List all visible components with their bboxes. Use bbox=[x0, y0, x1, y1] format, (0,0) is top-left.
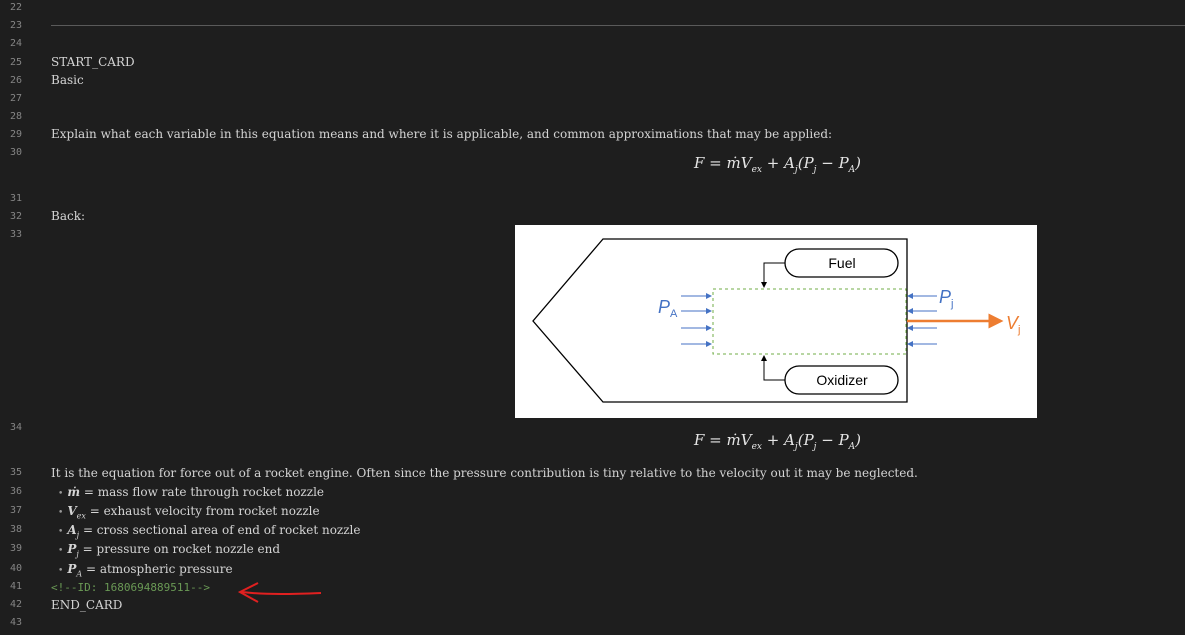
line-number: 28 bbox=[10, 111, 23, 122]
rocket-equation-answer: F = ṁVex + Aj(Pj − PA) bbox=[694, 431, 862, 452]
line-number: 31 bbox=[10, 193, 23, 204]
start-card-marker[interactable]: START_CARD bbox=[51, 55, 135, 69]
line-number: 26 bbox=[10, 75, 23, 86]
line-number: 27 bbox=[10, 93, 23, 104]
line-number: 35 bbox=[10, 467, 23, 478]
rocket-diagram: Fuel Oxidizer PA Pj Vj bbox=[515, 225, 1037, 418]
line-number: 38 bbox=[10, 524, 23, 535]
deck-name[interactable]: Basic bbox=[51, 73, 84, 87]
fuel-feed-arrow bbox=[761, 262, 785, 288]
line-number: 37 bbox=[10, 505, 23, 516]
pa-label: PA bbox=[658, 297, 678, 320]
line-number: 34 bbox=[10, 422, 23, 433]
line-number: 22 bbox=[10, 2, 23, 13]
fuel-label: Fuel bbox=[828, 255, 855, 271]
bullet-icon: • bbox=[58, 489, 64, 499]
pj-label: Pj bbox=[939, 287, 953, 310]
bullet-icon: • bbox=[58, 546, 64, 556]
list-item[interactable]: • Pj = pressure on rocket nozzle end bbox=[58, 542, 280, 558]
list-item[interactable]: • Vex = exhaust velocity from rocket nozz… bbox=[58, 504, 320, 520]
end-card-marker[interactable]: END_CARD bbox=[51, 598, 122, 612]
list-item[interactable]: • Aj = cross sectional area of end of roc… bbox=[58, 523, 361, 539]
card-id-comment[interactable]: <!--ID: 1680694889511--> bbox=[51, 581, 210, 595]
line-number: 40 bbox=[10, 563, 23, 574]
horizontal-rule bbox=[51, 25, 1185, 26]
list-item[interactable]: • ṁ = mass flow rate through rocket nozzl… bbox=[58, 485, 324, 502]
oxidizer-label: Oxidizer bbox=[816, 372, 868, 388]
line-number: 24 bbox=[10, 38, 23, 49]
vj-label: Vj bbox=[1006, 313, 1020, 336]
atmospheric-pressure-arrows bbox=[681, 293, 712, 347]
line-number: 42 bbox=[10, 599, 23, 610]
line-number: 25 bbox=[10, 57, 23, 68]
line-number: 39 bbox=[10, 543, 23, 554]
line-number: 32 bbox=[10, 211, 23, 222]
bullet-icon: • bbox=[58, 566, 64, 576]
line-number: 36 bbox=[10, 486, 23, 497]
line-number: 29 bbox=[10, 129, 23, 140]
question-prompt[interactable]: Explain what each variable in this equat… bbox=[51, 127, 832, 141]
bullet-icon: • bbox=[58, 527, 64, 537]
back-label[interactable]: Back: bbox=[51, 209, 85, 223]
bullet-icon: • bbox=[58, 508, 64, 518]
rocket-equation: F = ṁVex + Aj(Pj − PA) bbox=[694, 154, 862, 175]
red-arrow-annotation bbox=[237, 582, 322, 603]
control-volume bbox=[712, 288, 907, 355]
line-number: 41 bbox=[10, 581, 23, 592]
line-number: 33 bbox=[10, 229, 23, 240]
line-number: 30 bbox=[10, 147, 23, 158]
answer-explanation[interactable]: It is the equation for force out of a ro… bbox=[51, 466, 918, 480]
oxidizer-feed-arrow bbox=[761, 355, 785, 381]
list-item[interactable]: • PA = atmospheric pressure bbox=[58, 562, 233, 578]
line-number: 43 bbox=[10, 617, 23, 628]
line-number: 23 bbox=[10, 20, 23, 31]
